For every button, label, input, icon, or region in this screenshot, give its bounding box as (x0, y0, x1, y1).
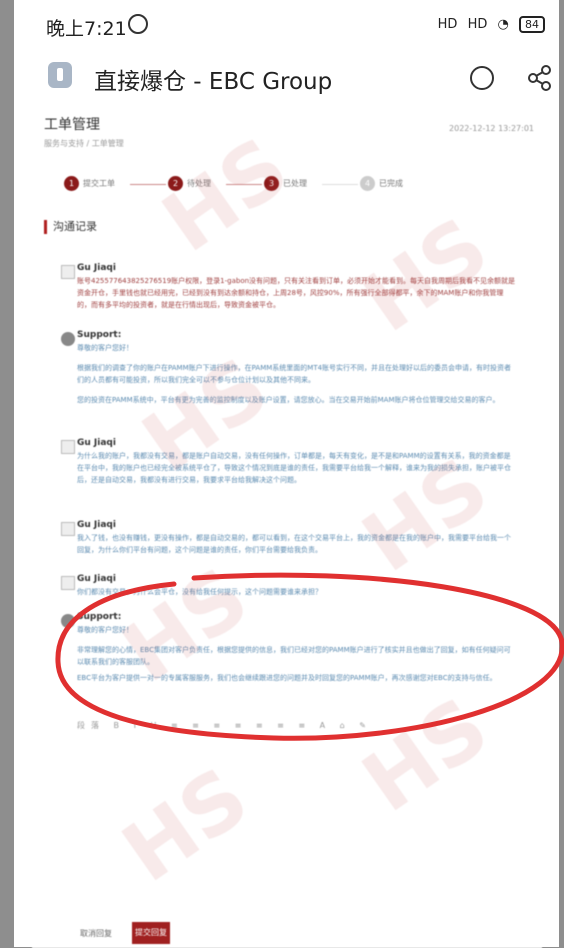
section-title: 沟通记录 (44, 220, 97, 234)
status-time: 晚上7:21 (46, 18, 127, 40)
page-title: 工单管理 (44, 117, 100, 133)
message-item: Support: 尊敬的客户您好！ 非常理解您的心情，EBC集团对客户负责任，根… (61, 612, 517, 684)
avatar (61, 614, 75, 628)
step-1: 1 提交工单 (64, 176, 115, 191)
message-author: Support: (77, 330, 122, 340)
message-author: Gu Jiaqi (77, 438, 116, 448)
step-4: 4 已完成 (360, 176, 403, 191)
message-item: Gu Jiaqi 账号425577643825276519账户权限，登录1-ga… (61, 263, 517, 311)
status-icons: HD HD ◔ 84 (432, 16, 545, 33)
app-logo-icon (48, 62, 72, 88)
avatar (61, 440, 75, 454)
message-text: 账号425577643825276519账户权限，登录1-gabon没有问题，只… (77, 277, 516, 309)
watermark-logo: HS (346, 679, 506, 832)
loading-icon[interactable] (470, 66, 494, 90)
step-label: 提交工单 (83, 179, 115, 188)
ticket-meta: 2022-12-12 13:27:01 (449, 124, 534, 133)
alarm-icon (128, 14, 148, 34)
app-bar: 直接爆仓 - EBC Group (14, 52, 559, 108)
editor-toolbar[interactable]: 段落 B I U ≡ ≡ ≡ ≡ ≡ ≡ ≡ A ⌂ ✎ (77, 720, 507, 734)
avatar (61, 576, 75, 590)
message-item: Gu Jiaqi 为什么我的账户，我都没有交易，都是账户自动交易，没有任何操作，… (61, 438, 517, 486)
step-2: 2 待处理 (168, 176, 211, 191)
message-author: Gu Jiaqi (77, 520, 116, 530)
message-text: 非常理解您的心情，EBC集团对客户负责任，根据您提供的信息，我们已经对您的PAM… (77, 646, 511, 666)
message-text: 为什么我的账户，我都没有交易，都是账户自动交易，没有任何操作，订单都是，每天有变… (77, 452, 511, 484)
phone-screen: 晚上7:21 HD HD ◔ 84 直接爆仓 - EBC Group 工单管理 … (14, 0, 564, 948)
avatar (61, 265, 75, 279)
app-title: 直接爆仓 - EBC Group (94, 69, 333, 95)
format-icons: B I U ≡ ≡ ≡ ≡ ≡ ≡ ≡ A ⌂ ✎ (113, 721, 372, 730)
message-item: Support: 尊敬的客户您好！ 根据我们的调查了你的账户在PAMM账户下进行… (61, 330, 517, 406)
wifi-icon: ◔ (497, 17, 509, 32)
step-number: 3 (264, 176, 279, 191)
step-connector (130, 184, 166, 185)
submit-button[interactable]: 提交回复 (132, 922, 170, 944)
signal-icon: HD (437, 17, 458, 32)
step-number: 4 (360, 176, 375, 191)
step-connector (226, 184, 262, 185)
message-text: EBC平台为客户提供一对一的专属客服服务，我们也会继续跟进您的问题并及时回复您的… (77, 674, 497, 682)
message-author: Gu Jiaqi (77, 574, 116, 584)
status-bar: 晚上7:21 HD HD ◔ 84 (14, 0, 559, 52)
step-label: 已处理 (283, 179, 307, 188)
message-text: 您的投资在PAMM系统中，平台有更为完善的监控制度以及账户设置，请您放心。当在交… (77, 396, 500, 404)
paragraph-select[interactable]: 段落 (77, 721, 105, 730)
message-text: 尊敬的客户您好！ (77, 344, 133, 352)
step-number: 1 (64, 176, 79, 191)
message-item: Gu Jiaqi 我入了钱，也没有赚钱，更没有操作，都是自动交易的，都可以看到，… (61, 520, 517, 556)
signal-icon-2: HD (467, 17, 488, 32)
avatar (61, 522, 75, 536)
step-label: 待处理 (187, 179, 211, 188)
message-text: 我入了钱，也没有赚钱，更没有操作，都是自动交易的，都可以看到，在这个交易平台上，… (77, 534, 511, 554)
message-author: Gu Jiaqi (77, 263, 116, 273)
step-connector (322, 184, 358, 185)
message-text: 你们都没有交易，为什么会平仓，没有给我任何提示，这个问题需要谁来承担？ (77, 588, 322, 596)
breadcrumb: 服务与支持 / 工单管理 (44, 139, 124, 148)
message-text: 根据我们的调查了你的账户在PAMM账户下进行操作，在PAMM系统里面的MT4账号… (77, 364, 512, 384)
message-author: Support: (77, 612, 122, 622)
step-3: 3 已处理 (264, 176, 307, 191)
cancel-button[interactable]: 取消回复 (80, 928, 112, 939)
message-text: 尊敬的客户您好！ (77, 626, 133, 634)
share-icon[interactable] (526, 64, 554, 92)
step-label: 已完成 (379, 179, 403, 188)
watermark-logo: HS (106, 749, 266, 902)
progress-steps: 1 提交工单 2 待处理 3 已处理 4 已完成 (64, 176, 464, 196)
step-number: 2 (168, 176, 183, 191)
battery-icon: 84 (519, 16, 545, 33)
ticket-document: 工单管理 服务与支持 / 工单管理 2022-12-12 13:27:01 1 … (32, 108, 542, 948)
avatar (61, 332, 75, 346)
message-item: Gu Jiaqi 你们都没有交易，为什么会平仓，没有给我任何提示，这个问题需要谁… (61, 574, 517, 598)
